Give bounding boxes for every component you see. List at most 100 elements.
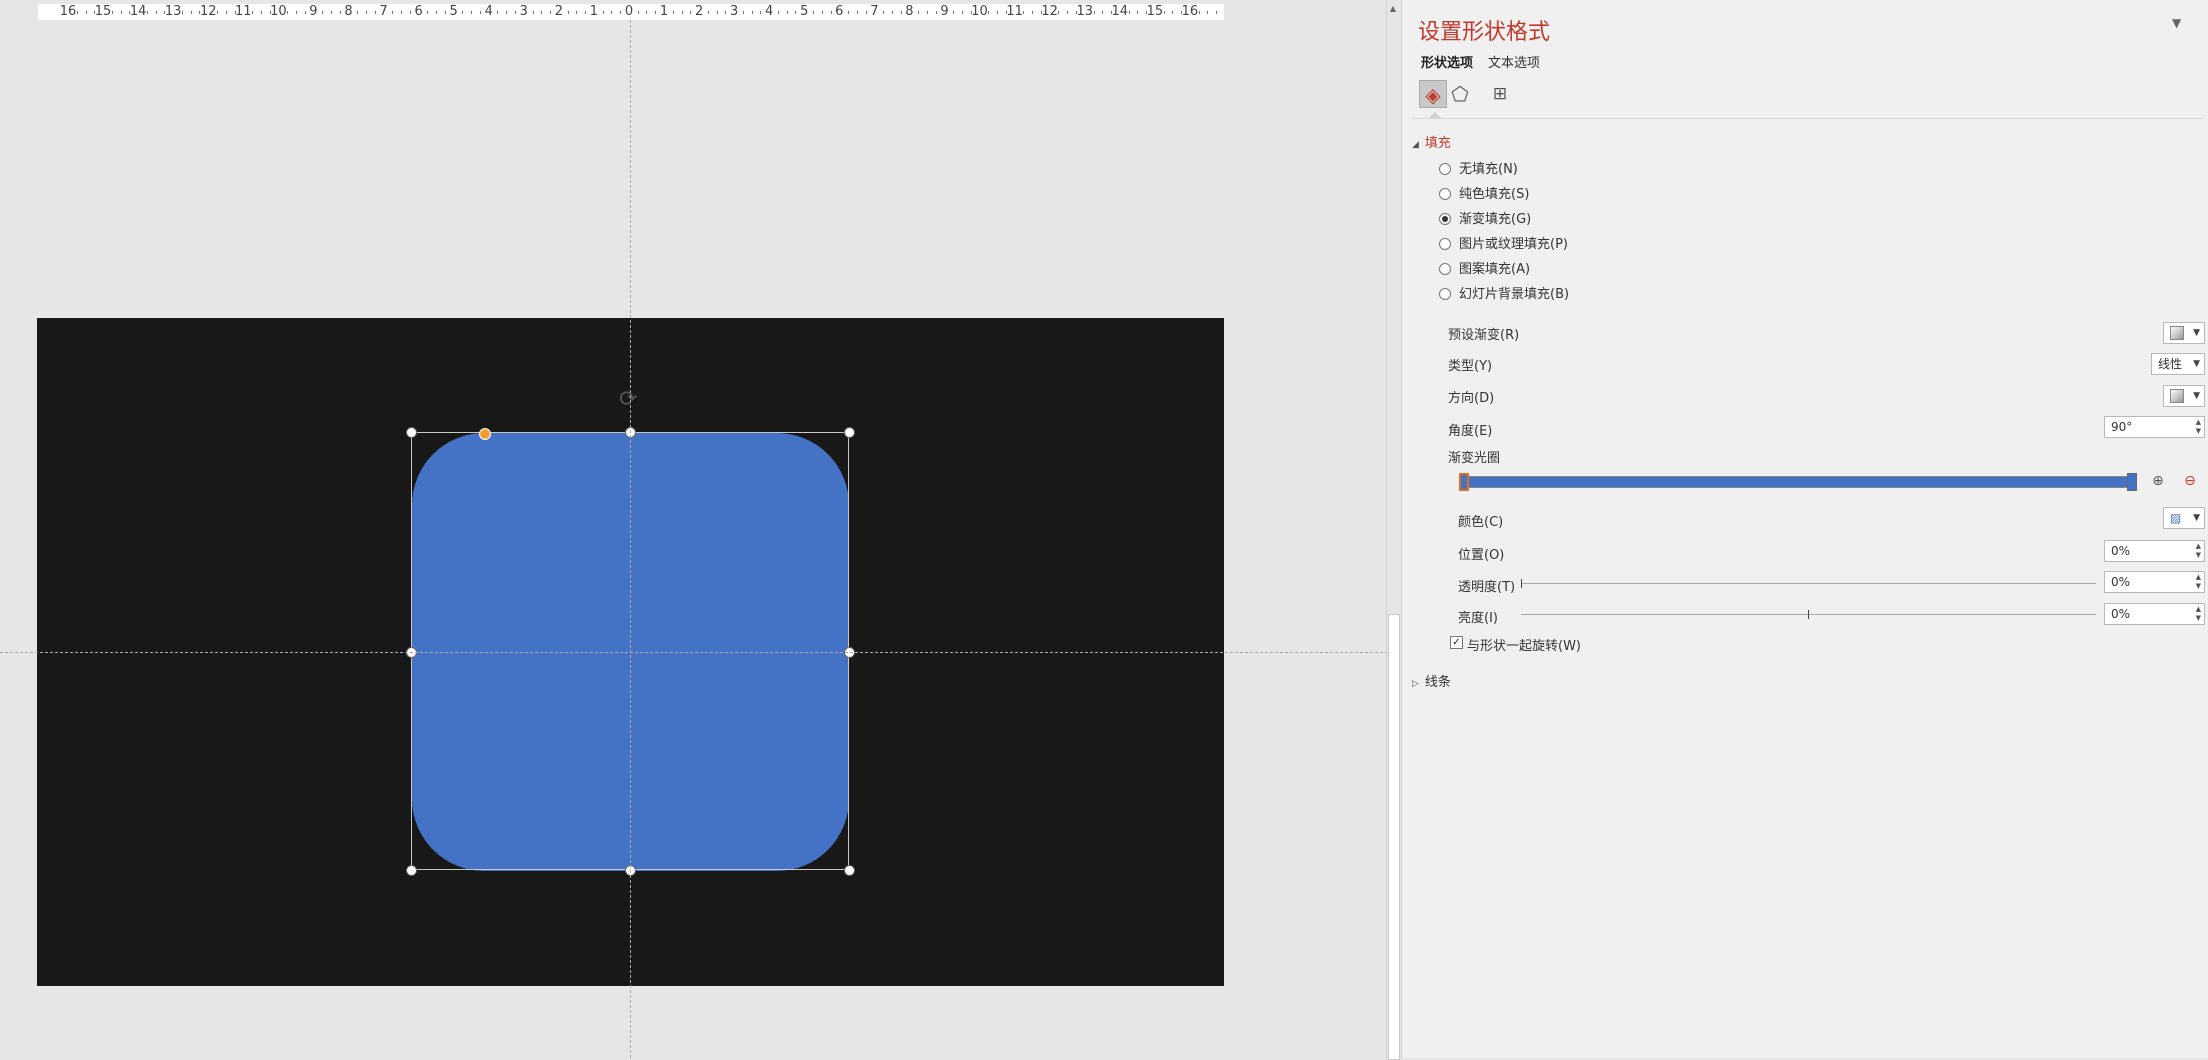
- ruler-tick: [199, 11, 201, 14]
- dropdown-arrow-icon: ▼: [2193, 359, 2200, 369]
- ruler-tick: [532, 11, 534, 14]
- radio-no-fill[interactable]: 无填充(N): [1439, 161, 1518, 179]
- ruler-tick: [111, 11, 113, 14]
- radio-circle[interactable]: [1439, 237, 1451, 250]
- ruler-tick: [1216, 11, 1218, 14]
- transparency-label: 透明度(T): [1458, 580, 1516, 595]
- rotate-with-shape-checkbox[interactable]: ✓: [1450, 636, 1463, 649]
- ruler-tick: [1207, 11, 1209, 14]
- direction-label: 方向(D): [1448, 391, 1495, 406]
- ruler-label: 6: [835, 4, 844, 19]
- radio-solid-fill[interactable]: 纯色填充(S): [1439, 186, 1529, 204]
- transparency-slider[interactable]: [1521, 583, 2096, 584]
- tab-shape-options[interactable]: 形状选项: [1421, 52, 1473, 71]
- dropdown-arrow-icon: ▼: [2193, 513, 2200, 523]
- radio-circle[interactable]: [1439, 187, 1451, 200]
- rotate-with-shape-label[interactable]: 与形状一起旋转(W): [1467, 635, 1581, 654]
- preset-gradient-label: 预设渐变(R): [1448, 328, 1520, 343]
- ruler-tick: [357, 11, 359, 14]
- vertical-guide[interactable]: [630, 20, 631, 1058]
- color-picker-dropdown[interactable]: ▨ ▼: [2163, 507, 2205, 529]
- add-gradient-stop-icon[interactable]: ⊕: [2147, 470, 2169, 492]
- radio-gradient-fill[interactable]: 渐变填充(G): [1439, 211, 1531, 229]
- pane-title: 设置形状格式: [1418, 20, 1551, 45]
- radio-circle[interactable]: [1439, 287, 1451, 300]
- transparency-spinner[interactable]: 0% ▲ ▼: [2104, 571, 2205, 593]
- scrollbar-thumb[interactable]: [1388, 614, 1400, 1060]
- ruler-tick: [742, 11, 744, 14]
- resize-handle-top-left[interactable]: [406, 427, 417, 438]
- ruler-tick: [777, 11, 779, 14]
- ruler-tick: [304, 11, 306, 14]
- ruler-tick: [1137, 11, 1139, 14]
- radio-circle-selected[interactable]: [1439, 212, 1451, 225]
- ruler-label: 15: [1146, 4, 1164, 19]
- line-section-header[interactable]: ▷ 线条: [1412, 671, 1451, 690]
- radio-circle[interactable]: [1439, 262, 1451, 275]
- radio-label: 图案填充(A): [1459, 262, 1531, 277]
- fill-line-icon[interactable]: ◈: [1419, 80, 1447, 108]
- gradient-stops-label: 渐变光圈: [1448, 451, 1501, 466]
- spinner-arrows-icon[interactable]: ▲ ▼: [2196, 542, 2201, 560]
- ruler-label: 12: [1041, 4, 1058, 19]
- horizontal-guide[interactable]: [0, 652, 1388, 653]
- tab-text-options[interactable]: 文本选项: [1488, 52, 1540, 71]
- gradient-stop-100[interactable]: [2127, 473, 2137, 491]
- radio-pattern-fill[interactable]: 图案填充(A): [1439, 261, 1530, 279]
- ruler-label: 14: [129, 4, 147, 19]
- ruler-tick: [427, 11, 429, 14]
- angle-spinner[interactable]: 90° ▲ ▼: [2104, 416, 2205, 438]
- ruler-label: 16: [1181, 4, 1199, 19]
- resize-handle-bottom-left[interactable]: [406, 865, 417, 876]
- ruler-tick: [94, 11, 96, 14]
- horizontal-ruler: 16 15 14 13 12 11 10 9 8 7 6 5 4 3 2 1 0 1 2 3 4 5 6 7 8 9 10 11 12 1…: [38, 4, 1224, 20]
- ruler-label: 15: [94, 4, 112, 19]
- fill-section-label: 填充: [1424, 136, 1451, 151]
- gradient-stops-bar[interactable]: [1462, 476, 2131, 488]
- effects-pentagon-icon[interactable]: ⬠: [1446, 80, 1474, 108]
- remove-gradient-stop-icon[interactable]: ⊖: [2179, 470, 2201, 492]
- radio-slide-background-fill[interactable]: 幻灯片背景填充(B): [1439, 286, 1569, 304]
- ruler-tick: [935, 11, 937, 14]
- type-dropdown[interactable]: 线性 ▼: [2151, 353, 2205, 375]
- pane-options-chevron-icon[interactable]: ▼: [2172, 16, 2181, 30]
- spinner-arrows-icon[interactable]: ▲ ▼: [2196, 573, 2201, 591]
- transparency-slider-thumb[interactable]: [1521, 579, 1522, 588]
- ruler-tick: [497, 11, 499, 14]
- ruler-tick: [1040, 11, 1042, 14]
- fill-section-header[interactable]: ◢ 填充: [1412, 132, 1451, 151]
- spinner-arrows-icon[interactable]: ▲ ▼: [2196, 605, 2201, 623]
- ruler-tick: [322, 11, 324, 14]
- ruler-tick: [646, 11, 648, 14]
- resize-handle-top-right[interactable]: [844, 427, 855, 438]
- dropdown-arrow-icon: ▼: [2193, 328, 2200, 338]
- position-spinner[interactable]: 0% ▲ ▼: [2104, 540, 2205, 562]
- spinner-arrows-icon[interactable]: ▲ ▼: [2196, 418, 2201, 436]
- ruler-tick: [637, 11, 639, 14]
- ruler-tick: [164, 11, 166, 14]
- ruler-tick: [129, 11, 131, 14]
- collapsed-triangle-icon: ▷: [1412, 679, 1419, 689]
- ruler-tick: [620, 11, 622, 14]
- ruler-tick: [462, 11, 464, 14]
- preset-gradient-dropdown[interactable]: ▼: [2163, 322, 2205, 344]
- ruler-tick: [1102, 11, 1104, 14]
- ruler-tick: [1128, 11, 1130, 14]
- radio-picture-fill[interactable]: 图片或纹理填充(P): [1439, 236, 1568, 254]
- radio-label: 纯色填充(S): [1459, 187, 1530, 202]
- ruler-tick: [120, 11, 122, 14]
- radio-circle[interactable]: [1439, 162, 1451, 175]
- ruler-label: 13: [164, 4, 182, 19]
- resize-handle-bottom-right[interactable]: [844, 865, 855, 876]
- corner-radius-adjust-handle[interactable]: [479, 428, 491, 440]
- ruler-tick: [795, 11, 797, 14]
- scroll-up-icon[interactable]: ▲: [1388, 4, 1398, 14]
- ruler-tick: [1163, 11, 1165, 14]
- ruler-label: 1: [659, 4, 669, 19]
- brightness-spinner[interactable]: 0% ▲ ▼: [2104, 603, 2205, 625]
- ruler-tick: [672, 11, 674, 14]
- gradient-stop-0-selected[interactable]: [1459, 473, 1469, 491]
- size-properties-icon[interactable]: ⊞: [1486, 80, 1514, 108]
- direction-dropdown[interactable]: ▼: [2163, 385, 2205, 407]
- brightness-slider-thumb[interactable]: [1808, 610, 1809, 619]
